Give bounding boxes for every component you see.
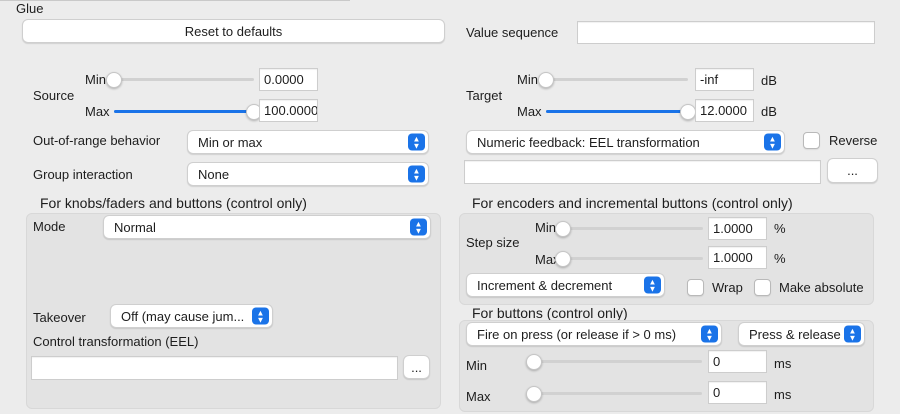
chevron-up-down-icon: ▲ ▼ bbox=[408, 165, 425, 183]
button-min-slider-knob[interactable] bbox=[526, 354, 542, 370]
mode-select[interactable]: Normal ▲ ▼ bbox=[103, 215, 431, 239]
step-min-unit: % bbox=[774, 221, 786, 236]
feedback-more-button[interactable]: ... bbox=[827, 158, 878, 183]
target-max-slider[interactable] bbox=[546, 110, 688, 113]
source-max-label: Max bbox=[85, 104, 110, 119]
source-min-input[interactable]: 0.0000 bbox=[259, 68, 318, 91]
reverse-checkbox[interactable] bbox=[803, 132, 820, 149]
increment-value: Increment & decrement bbox=[477, 277, 613, 293]
source-label: Source bbox=[33, 88, 75, 103]
feedback-expression-input[interactable] bbox=[464, 160, 821, 184]
step-min-label: Min bbox=[535, 220, 556, 235]
target-label: Target bbox=[466, 88, 503, 103]
encoders-section-title: For encoders and incremental buttons (co… bbox=[472, 195, 793, 211]
step-size-label: Step size bbox=[466, 235, 520, 250]
target-max-label: Max bbox=[517, 104, 542, 119]
window-title: Glue bbox=[16, 1, 44, 16]
press-release-value: Press & release bbox=[749, 326, 841, 342]
takeover-label: Takeover bbox=[33, 310, 86, 325]
button-min-label: Min bbox=[466, 358, 487, 373]
source-min-slider[interactable] bbox=[114, 78, 254, 81]
button-max-slider-knob[interactable] bbox=[526, 386, 542, 402]
step-max-slider-knob[interactable] bbox=[555, 251, 571, 267]
button-max-label: Max bbox=[466, 389, 491, 404]
step-min-slider[interactable] bbox=[563, 227, 703, 230]
reset-to-defaults-button[interactable]: Reset to defaults bbox=[22, 19, 445, 43]
source-max-slider[interactable] bbox=[114, 110, 254, 113]
control-transformation-label: Control transformation (EEL) bbox=[33, 334, 199, 349]
reverse-label: Reverse bbox=[829, 133, 878, 148]
source-min-label: Min bbox=[85, 72, 106, 87]
make-absolute-checkbox[interactable] bbox=[754, 279, 771, 296]
out-of-range-value: Min or max bbox=[198, 134, 263, 150]
group-interaction-select[interactable]: None ▲ ▼ bbox=[187, 162, 429, 186]
step-max-input[interactable]: 1.0000 bbox=[708, 246, 767, 269]
title-divider bbox=[0, 0, 350, 1]
target-min-unit: dB bbox=[761, 73, 777, 88]
group-interaction-label: Group interaction bbox=[33, 167, 133, 182]
source-min-slider-knob[interactable] bbox=[106, 72, 122, 88]
mode-value: Normal bbox=[114, 219, 156, 235]
source-max-fill bbox=[114, 110, 254, 113]
button-min-slider[interactable] bbox=[534, 360, 702, 363]
control-transformation-input[interactable] bbox=[31, 356, 398, 380]
button-max-unit: ms bbox=[774, 387, 792, 402]
target-max-fill bbox=[546, 110, 688, 113]
make-absolute-label: Make absolute bbox=[779, 280, 864, 295]
step-max-slider[interactable] bbox=[563, 257, 703, 260]
feedback-select[interactable]: Numeric feedback: EEL transformation ▲ ▼ bbox=[466, 130, 785, 154]
increment-select[interactable]: Increment & decrement ▲ ▼ bbox=[466, 273, 665, 297]
target-min-label: Min bbox=[517, 72, 538, 87]
button-min-input[interactable]: 0 bbox=[708, 350, 767, 373]
out-of-range-select[interactable]: Min or max ▲ ▼ bbox=[187, 130, 429, 154]
target-max-slider-knob[interactable] bbox=[680, 104, 696, 120]
target-min-slider-knob[interactable] bbox=[538, 72, 554, 88]
target-min-input[interactable]: -inf bbox=[695, 68, 754, 91]
wrap-checkbox[interactable] bbox=[687, 279, 704, 296]
target-min-slider[interactable] bbox=[546, 78, 688, 81]
step-min-input[interactable]: 1.0000 bbox=[708, 217, 767, 240]
source-max-input[interactable]: 100.0000 bbox=[259, 99, 318, 122]
target-max-input[interactable]: 12.0000 bbox=[695, 99, 754, 122]
chevron-up-down-icon: ▲ ▼ bbox=[410, 218, 427, 236]
control-transformation-more-button[interactable]: ... bbox=[403, 355, 430, 379]
value-sequence-input[interactable] bbox=[577, 21, 875, 44]
press-release-select[interactable]: Press & release ▲ ▼ bbox=[738, 322, 865, 346]
chevron-up-down-icon: ▲ ▼ bbox=[252, 307, 269, 325]
chevron-up-down-icon: ▲ ▼ bbox=[764, 133, 781, 151]
takeover-select[interactable]: Off (may cause jum... ▲ ▼ bbox=[110, 304, 273, 328]
chevron-up-down-icon: ▲ ▼ bbox=[844, 325, 861, 343]
buttons-section-title: For buttons (control only) bbox=[472, 305, 628, 321]
takeover-value: Off (may cause jum... bbox=[121, 308, 245, 324]
wrap-label: Wrap bbox=[712, 280, 743, 295]
chevron-up-down-icon: ▲ ▼ bbox=[408, 133, 425, 151]
button-max-input[interactable]: 0 bbox=[708, 381, 767, 404]
button-min-unit: ms bbox=[774, 356, 792, 371]
feedback-value: Numeric feedback: EEL transformation bbox=[477, 134, 700, 150]
step-min-slider-knob[interactable] bbox=[555, 221, 571, 237]
button-max-slider[interactable] bbox=[534, 392, 702, 395]
group-interaction-value: None bbox=[198, 166, 230, 182]
value-sequence-label: Value sequence bbox=[466, 25, 559, 40]
out-of-range-label: Out-of-range behavior bbox=[33, 133, 161, 148]
knobs-section-title: For knobs/faders and buttons (control on… bbox=[40, 195, 307, 211]
chevron-up-down-icon: ▲ ▼ bbox=[701, 325, 718, 343]
target-max-unit: dB bbox=[761, 104, 777, 119]
step-max-unit: % bbox=[774, 251, 786, 266]
chevron-up-down-icon: ▲ ▼ bbox=[644, 276, 661, 294]
fire-mode-select[interactable]: Fire on press (or release if > 0 ms) ▲ ▼ bbox=[466, 322, 722, 346]
fire-mode-value: Fire on press (or release if > 0 ms) bbox=[477, 326, 677, 342]
mode-label: Mode bbox=[33, 219, 66, 234]
